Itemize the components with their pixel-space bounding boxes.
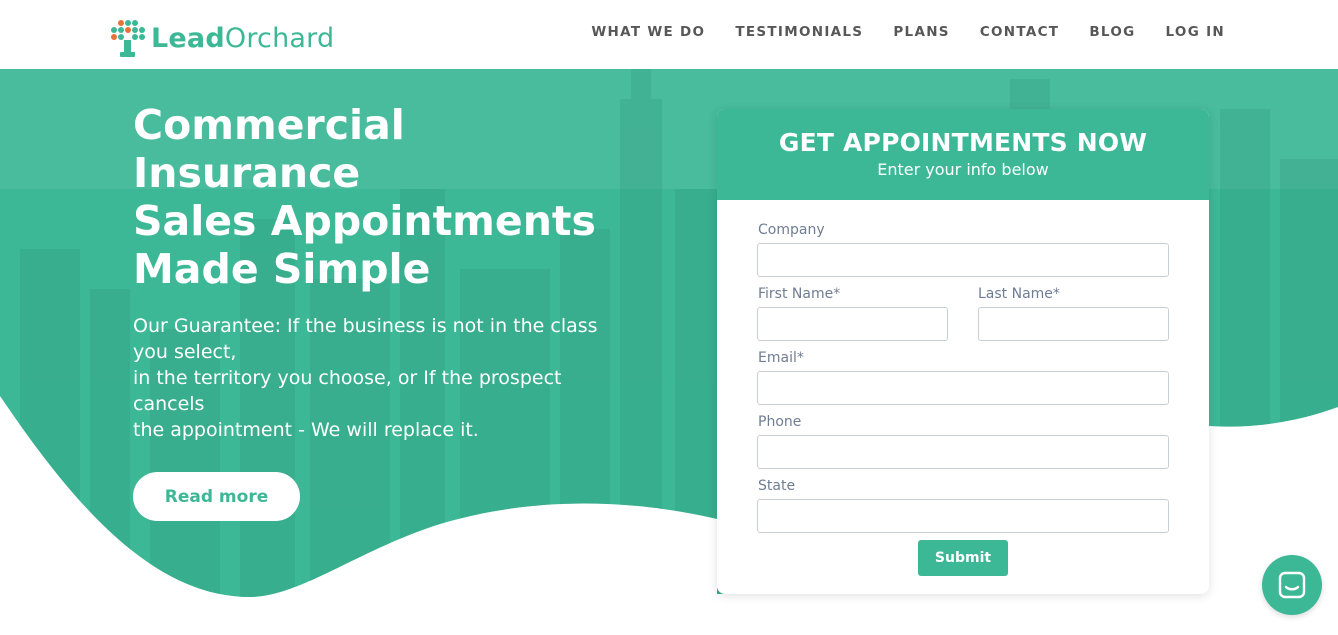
top-navigation: LeadOrchard WHAT WE DO TESTIMONIALS PLAN… — [0, 0, 1338, 69]
nav-log-in[interactable]: LOG IN — [1166, 24, 1226, 40]
headline-line: Insurance — [133, 149, 361, 197]
main-menu: WHAT WE DO TESTIMONIALS PLANS CONTACT BL… — [591, 24, 1225, 40]
nav-blog[interactable]: BLOG — [1089, 24, 1135, 40]
headline-line: Sales Appointments — [133, 197, 596, 245]
lead-orchard-logo[interactable]: LeadOrchard — [109, 18, 334, 58]
headline-line: Made Simple — [133, 245, 431, 293]
form-subtitle: Enter your info below — [877, 160, 1049, 179]
headline-line: Commercial — [133, 101, 405, 149]
first-name-field[interactable] — [757, 307, 948, 341]
guarantee-line: Our Guarantee: If the business is not in… — [133, 315, 598, 337]
read-more-button[interactable]: Read more — [133, 472, 300, 521]
hero-headline: Commercial Insurance Sales Appointments … — [133, 101, 653, 293]
guarantee-line: the appointment - We will replace it. — [133, 419, 479, 441]
email-field[interactable] — [757, 371, 1169, 405]
form-header: GET APPOINTMENTS NOW Enter your info bel… — [717, 109, 1209, 200]
brand-name: LeadOrchard — [151, 23, 334, 54]
submit-button[interactable]: Submit — [918, 540, 1008, 576]
guarantee-line: you select, — [133, 341, 237, 363]
company-label: Company — [758, 222, 825, 238]
brand-name-bold: Lead — [151, 22, 225, 54]
phone-field[interactable] — [757, 435, 1169, 469]
brand-name-regular: Orchard — [224, 22, 335, 54]
last-name-label: Last Name* — [978, 286, 1060, 302]
tree-logo-icon — [109, 18, 147, 58]
nav-contact[interactable]: CONTACT — [980, 24, 1060, 40]
guarantee-text: Our Guarantee: If the business is not in… — [133, 313, 633, 443]
appointment-form-card: GET APPOINTMENTS NOW Enter your info bel… — [717, 109, 1209, 594]
state-field[interactable] — [757, 499, 1169, 533]
first-name-label: First Name* — [758, 286, 841, 302]
guarantee-line: cancels — [133, 393, 205, 415]
guarantee-line: in the territory you choose, or If the p… — [133, 367, 562, 389]
chat-bubble-icon — [1278, 571, 1306, 599]
nav-what-we-do[interactable]: WHAT WE DO — [591, 24, 705, 40]
last-name-field[interactable] — [978, 307, 1169, 341]
nav-testimonials[interactable]: TESTIMONIALS — [735, 24, 863, 40]
nav-plans[interactable]: PLANS — [893, 24, 949, 40]
chat-launcher-button[interactable] — [1262, 555, 1322, 615]
form-title: GET APPOINTMENTS NOW — [778, 128, 1148, 157]
phone-label: Phone — [758, 414, 802, 430]
state-label: State — [758, 478, 796, 494]
company-field[interactable] — [757, 243, 1169, 277]
email-label: Email* — [758, 350, 804, 366]
